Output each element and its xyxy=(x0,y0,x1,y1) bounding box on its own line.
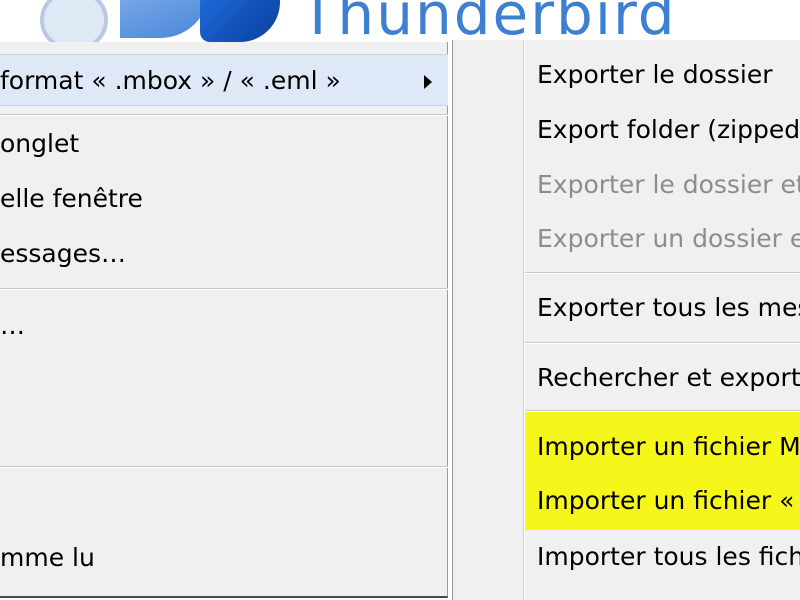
submenu-separator xyxy=(525,272,800,274)
menu-item-label: mme lu xyxy=(0,543,95,572)
submenu-separator xyxy=(525,342,800,344)
logo-bird-icon xyxy=(200,0,280,42)
context-menu: format « .mbox » / « .eml » onglet elle … xyxy=(0,42,448,598)
submenu-item-import-all[interactable]: Importer tous les fich xyxy=(537,530,800,584)
menu-item-ellipsis[interactable]: … xyxy=(0,300,448,352)
submenu-item-export-all-messages[interactable]: Exporter tous les mes xyxy=(537,281,800,335)
submenu-item-export-folder[interactable]: Exporter le dossier xyxy=(537,48,800,102)
logo-wing-icon xyxy=(120,0,210,38)
menu-item-label: essages… xyxy=(0,239,127,268)
envelope-logo-icon xyxy=(40,0,108,42)
menu-item-label: onglet xyxy=(0,129,80,158)
submenu-item-export-a-folder[interactable]: Exporter un dossier e xyxy=(537,212,800,266)
menu-item-label: elle fenêtre xyxy=(0,184,143,213)
app-banner: Thunderbird xyxy=(0,0,800,42)
menu-item-open-tab[interactable]: onglet xyxy=(0,118,448,170)
submenu-separator xyxy=(525,410,800,412)
icon-gutter xyxy=(523,40,525,600)
menu-item-mark-read[interactable]: mme lu xyxy=(0,532,448,584)
submenu-item-import-mbox[interactable]: Importer un fichier M xyxy=(537,420,800,474)
submenu-item-export-folder-sub[interactable]: Exporter le dossier et xyxy=(537,158,800,212)
menu-separator xyxy=(0,466,448,468)
submenu-item-import-eml[interactable]: Importer un fichier « xyxy=(537,474,800,528)
banner-title: Thunderbird xyxy=(300,0,677,42)
submenu-item-search-export[interactable]: Rechercher et exporte xyxy=(537,351,800,405)
menu-separator xyxy=(0,114,448,116)
menu-item-label: … xyxy=(0,311,25,340)
submenu-arrow-icon xyxy=(424,75,432,89)
menu-item-open-window[interactable]: elle fenêtre xyxy=(0,173,448,225)
submenu-item-export-folder-zipped[interactable]: Export folder (zipped) xyxy=(537,103,800,157)
menu-item-export-import-format[interactable]: format « .mbox » / « .eml » xyxy=(0,54,448,106)
menu-item-messages[interactable]: essages… xyxy=(0,228,448,280)
menu-separator xyxy=(0,288,448,290)
submenu-import-export: Exporter le dossier Export folder (zippe… xyxy=(452,40,800,600)
menu-item-label: format « .mbox » / « .eml » xyxy=(0,66,341,95)
